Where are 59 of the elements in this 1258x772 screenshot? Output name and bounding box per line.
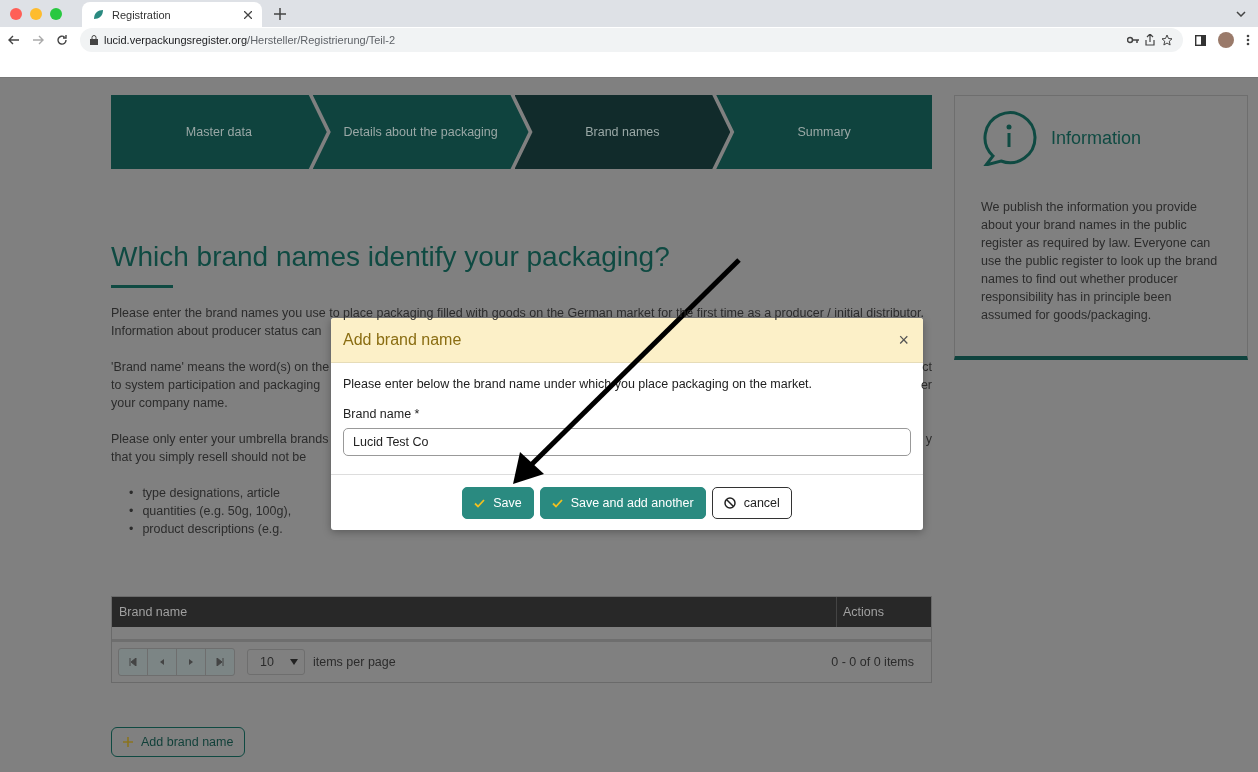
add-brand-name-button[interactable]: Add brand name bbox=[111, 727, 246, 757]
tab-title: Registration bbox=[112, 8, 172, 21]
column-header: Actions bbox=[842, 605, 885, 619]
url-path: /Hersteller/Registrierung/Teil-2 bbox=[247, 34, 396, 46]
dialog-title: Add brand name bbox=[343, 331, 462, 349]
step-tab[interactable]: Master data bbox=[111, 95, 327, 169]
ban-icon bbox=[723, 497, 736, 509]
column-header: Brand name bbox=[112, 597, 837, 627]
paragraph-text: that you simply resell should not be bbox=[111, 449, 307, 466]
url-host: lucid.verpackungsregister.org bbox=[104, 34, 248, 46]
info-title: Information bbox=[1051, 127, 1142, 149]
reload-icon[interactable] bbox=[56, 34, 68, 46]
chevron-down-icon[interactable] bbox=[1236, 10, 1246, 17]
paragraph-text: your company name. bbox=[111, 395, 228, 412]
avatar-icon[interactable] bbox=[1218, 32, 1234, 48]
back-icon[interactable] bbox=[8, 34, 20, 46]
paragraph-text: Information about producer status can bbox=[111, 323, 322, 340]
page-size-dropdown[interactable]: 10 bbox=[247, 649, 305, 675]
bullet: • bbox=[129, 485, 134, 502]
check-icon bbox=[474, 498, 486, 508]
new-tab-icon[interactable] bbox=[274, 7, 286, 20]
paragraph-text: y bbox=[925, 431, 932, 448]
info-text: We publish the information you provide about your brand names in the public register as required by law. Everyone can use the public register to look up the brand names to find out whether producer responsibility has in principle been assumed for goods/packaging. bbox=[981, 199, 1219, 324]
list-item: product descriptions (e.g. bbox=[142, 521, 283, 538]
menu-icon[interactable] bbox=[1246, 34, 1250, 46]
plus-icon bbox=[123, 737, 133, 747]
browser-tab[interactable]: Registration bbox=[82, 2, 262, 27]
page-size-label: items per page bbox=[313, 655, 396, 669]
save-and-add-another-button[interactable]: Save and add another bbox=[539, 487, 706, 519]
page-heading: Which brand names identify your packaging? bbox=[111, 241, 671, 273]
paragraph-text: 'Brand name' means the word(s) on the bbox=[111, 359, 330, 376]
page-size-value: 10 bbox=[260, 655, 274, 669]
leaf-icon bbox=[92, 8, 104, 21]
list-item: type designations, article bbox=[142, 485, 280, 502]
list-item: quantities (e.g. 50g, 100g), bbox=[142, 503, 292, 520]
step-tab[interactable]: Details about the packaging bbox=[312, 95, 529, 169]
item-count: 0 - 0 of 0 items bbox=[831, 655, 914, 669]
close-icon[interactable] bbox=[244, 10, 252, 19]
lock-icon bbox=[90, 35, 98, 45]
step-tab[interactable]: Summary bbox=[716, 95, 932, 169]
brand-name-field[interactable]: Lucid Test Co bbox=[343, 428, 911, 456]
step-tab[interactable]: Brand names bbox=[514, 95, 731, 169]
cancel-button[interactable]: cancel bbox=[711, 487, 792, 519]
paragraph-text: Please only enter your umbrella brands bbox=[111, 431, 329, 448]
sidebar-icon[interactable] bbox=[1195, 34, 1206, 46]
address-bar[interactable]: lucid.verpackungsregister.org/Hersteller/Registrierung/Teil-2 bbox=[80, 28, 1183, 52]
paragraph-text: to system participation and packaging bbox=[111, 377, 321, 394]
bullet: • bbox=[129, 521, 134, 538]
key-icon[interactable] bbox=[1127, 36, 1139, 44]
caret-icon bbox=[290, 659, 298, 665]
check-icon bbox=[551, 498, 563, 508]
close-button[interactable]: × bbox=[896, 324, 911, 356]
dialog-instructions: Please enter below the brand name under which you place packaging on the market. bbox=[343, 377, 814, 391]
share-icon[interactable] bbox=[1145, 34, 1155, 46]
save-button[interactable]: Save bbox=[462, 487, 534, 519]
field-label: Brand name * bbox=[343, 407, 421, 421]
info-speech-bubble-icon bbox=[981, 110, 1037, 166]
bullet: • bbox=[129, 503, 134, 520]
star-icon[interactable] bbox=[1161, 34, 1173, 46]
